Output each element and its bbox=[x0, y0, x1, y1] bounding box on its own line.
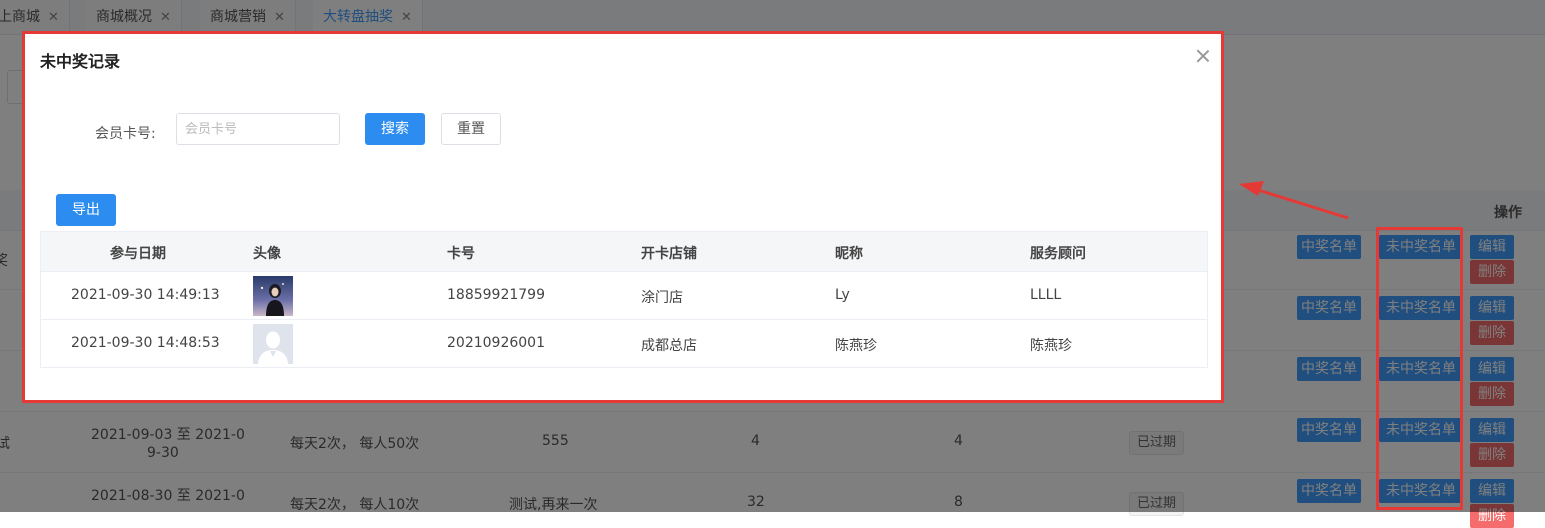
cell-nickname: 陈燕珍 bbox=[835, 338, 877, 354]
reset-button[interactable]: 重置 bbox=[441, 113, 501, 145]
default-avatar-icon bbox=[253, 324, 293, 364]
table-row: 2021-09-30 14:49:13 18859921799 涂门店 Ly L… bbox=[41, 272, 1207, 320]
cell-date: 2021-09-30 14:48:53 bbox=[71, 335, 220, 351]
cell-nickname: Ly bbox=[835, 287, 850, 303]
column-header-avatar: 头像 bbox=[253, 246, 281, 262]
cell-store: 成都总店 bbox=[641, 338, 697, 354]
close-icon[interactable] bbox=[1193, 46, 1213, 66]
card-number-label: 会员卡号: bbox=[95, 126, 156, 142]
export-button[interactable]: 导出 bbox=[56, 194, 116, 226]
table-header: 参与日期 头像 卡号 开卡店铺 昵称 服务顾问 bbox=[41, 232, 1207, 272]
table-row: 2021-09-30 14:48:53 20210926001 成都总店 陈燕珍… bbox=[41, 320, 1207, 367]
cell-advisor: LLLL bbox=[1030, 287, 1062, 303]
cell-card-number: 18859921799 bbox=[447, 287, 545, 303]
photo-avatar-icon bbox=[253, 276, 293, 316]
column-header-advisor: 服务顾问 bbox=[1030, 246, 1086, 262]
cell-date: 2021-09-30 14:49:13 bbox=[71, 287, 220, 303]
cell-advisor: 陈燕珍 bbox=[1030, 338, 1072, 354]
card-number-input[interactable] bbox=[176, 113, 340, 145]
cell-card-number: 20210926001 bbox=[447, 335, 545, 351]
non-winner-records-dialog: 未中奖记录 会员卡号: 搜索 重置 导出 参与日期 头像 卡号 开卡店铺 昵称 … bbox=[22, 31, 1224, 403]
search-button[interactable]: 搜索 bbox=[365, 113, 425, 145]
column-header-store: 开卡店铺 bbox=[641, 246, 697, 262]
dialog-title: 未中奖记录 bbox=[40, 52, 121, 71]
column-header-nickname: 昵称 bbox=[835, 246, 863, 262]
column-header-date: 参与日期 bbox=[110, 246, 166, 262]
records-table: 参与日期 头像 卡号 开卡店铺 昵称 服务顾问 2021-09-30 14:49… bbox=[40, 231, 1208, 368]
avatar bbox=[253, 276, 293, 316]
cell-store: 涂门店 bbox=[641, 290, 683, 306]
avatar bbox=[253, 324, 293, 364]
column-header-card: 卡号 bbox=[447, 246, 475, 262]
